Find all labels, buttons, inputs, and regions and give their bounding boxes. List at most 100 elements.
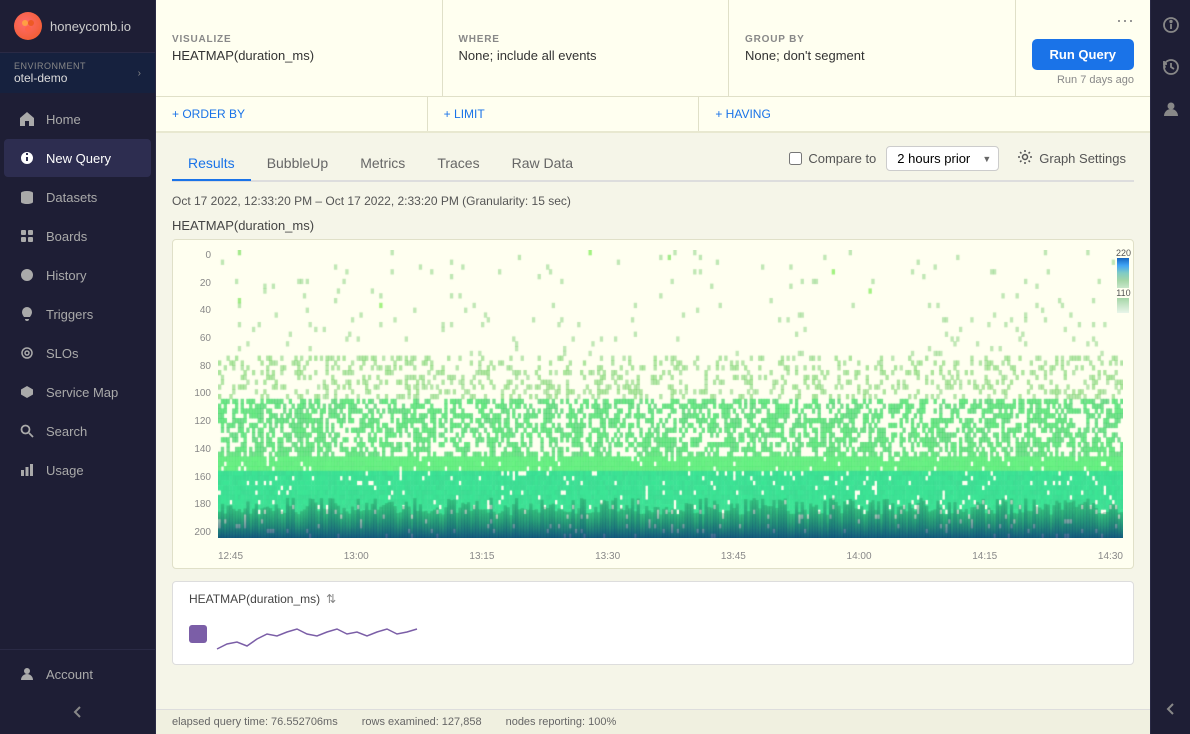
y-axis: 200 180 160 140 120 100 80 60 40 20 0 — [173, 250, 215, 538]
environment-name: otel-demo — [14, 71, 86, 85]
main-content: VISUALIZE HEATMAP(duration_ms) WHERE Non… — [156, 0, 1150, 734]
legend-gradient-low — [1117, 298, 1129, 313]
sidebar-label-usage: Usage — [46, 463, 84, 478]
logo-icon — [14, 12, 42, 40]
run-query-button[interactable]: Run Query — [1032, 39, 1134, 70]
sidebar-label-slos: SLOs — [46, 346, 79, 361]
sidebar-item-service-map[interactable]: Service Map — [4, 373, 151, 411]
home-icon — [18, 110, 36, 128]
group-by-value[interactable]: None; don't segment — [745, 48, 999, 63]
logo-area: honeycomb.io — [0, 0, 155, 53]
environment-info: ENVIRONMENT otel-demo — [14, 61, 86, 85]
mini-chart-title: HEATMAP(duration_ms) — [189, 592, 320, 606]
graph-settings-label: Graph Settings — [1039, 151, 1126, 166]
rows-examined: rows examined: 127,858 — [362, 716, 482, 728]
elapsed-time: elapsed query time: 76.552706ms — [172, 716, 338, 728]
sidebar-label-triggers: Triggers — [46, 307, 93, 322]
mini-color-swatch — [189, 625, 207, 643]
sidebar-item-slos[interactable]: SLOs — [4, 334, 151, 372]
sidebar-item-triggers[interactable]: Triggers — [4, 295, 151, 333]
where-value[interactable]: None; include all events — [459, 48, 713, 63]
triggers-icon — [18, 305, 36, 323]
nodes-reporting: nodes reporting: 100% — [506, 716, 617, 728]
tabs-right-controls: Compare to 2 hours prior 1 day prior 1 w… — [789, 145, 1134, 180]
swap-icon[interactable]: ⇅ — [326, 592, 336, 606]
group-by-label: GROUP BY — [745, 34, 999, 45]
group-by-cell: GROUP BY None; don't segment — [729, 0, 1016, 96]
sidebar-item-datasets[interactable]: Datasets — [4, 178, 151, 216]
where-label: WHERE — [459, 34, 713, 45]
tab-metrics[interactable]: Metrics — [344, 147, 421, 181]
service-map-icon — [18, 383, 36, 401]
search-icon — [18, 422, 36, 440]
add-having-link[interactable]: + HAVING — [715, 107, 770, 121]
sidebar-item-search[interactable]: Search — [4, 412, 151, 450]
heatmap-visual — [218, 250, 1123, 538]
new-query-icon — [18, 149, 36, 167]
sidebar-item-boards[interactable]: Boards — [4, 217, 151, 255]
legend-mid-value: 110 — [1116, 288, 1130, 298]
sidebar-item-usage[interactable]: Usage — [4, 451, 151, 489]
compare-select-wrapper: 2 hours prior 1 day prior 1 week prior — [886, 146, 999, 171]
chart-time-range: Oct 17 2022, 12:33:20 PM – Oct 17 2022, … — [172, 194, 1134, 208]
history-panel-icon[interactable] — [1156, 52, 1186, 82]
heatmap-chart: 200 180 160 140 120 100 80 60 40 20 0 — [172, 239, 1134, 569]
visualize-cell: VISUALIZE HEATMAP(duration_ms) — [156, 0, 443, 96]
x-label-1415: 14:15 — [972, 551, 997, 562]
mini-chart-section: HEATMAP(duration_ms) ⇅ — [172, 581, 1134, 665]
y-label-20: 20 — [200, 278, 211, 289]
sidebar-label-boards: Boards — [46, 229, 87, 244]
x-label-1345: 13:45 — [721, 551, 746, 562]
datasets-icon — [18, 188, 36, 206]
y-label-60: 60 — [200, 333, 211, 344]
tab-bubbleup[interactable]: BubbleUp — [251, 147, 345, 181]
query-row-top: VISUALIZE HEATMAP(duration_ms) WHERE Non… — [156, 0, 1150, 96]
y-label-40: 40 — [200, 305, 211, 316]
compare-to-control: Compare to — [789, 151, 876, 166]
sidebar-item-home[interactable]: Home — [4, 100, 151, 138]
y-label-120: 120 — [194, 416, 211, 427]
x-label-1330: 13:30 — [595, 551, 620, 562]
visualize-label: VISUALIZE — [172, 34, 426, 45]
logo-text: honeycomb.io — [50, 19, 131, 34]
add-order-by-link[interactable]: + ORDER BY — [172, 107, 245, 121]
y-label-0: 0 — [205, 250, 211, 261]
x-label-1300: 13:00 — [344, 551, 369, 562]
compare-select[interactable]: 2 hours prior 1 day prior 1 week prior — [886, 146, 999, 171]
y-label-180: 180 — [194, 499, 211, 510]
where-cell: WHERE None; include all events — [443, 0, 730, 96]
slos-icon — [18, 344, 36, 362]
sidebar-bottom: Account — [0, 649, 155, 734]
tab-raw-data[interactable]: Raw Data — [496, 147, 589, 181]
tabs-bar: Results BubbleUp Metrics Traces Raw Data… — [172, 133, 1134, 182]
person-panel-icon[interactable] — [1156, 94, 1186, 124]
collapse-right-icon[interactable] — [1156, 694, 1186, 724]
sidebar-label-service-map: Service Map — [46, 385, 118, 400]
x-label-1315: 13:15 — [469, 551, 494, 562]
x-axis: 12:45 13:00 13:15 13:30 13:45 14:00 14:1… — [218, 551, 1123, 562]
collapse-sidebar-button[interactable] — [0, 694, 155, 730]
sidebar-item-account[interactable]: Account — [4, 655, 151, 693]
sidebar-label-account: Account — [46, 667, 93, 682]
query-actions: ··· Run Query Run 7 days ago — [1016, 0, 1150, 96]
y-label-200: 200 — [194, 527, 211, 538]
visualize-value[interactable]: HEATMAP(duration_ms) — [172, 48, 426, 63]
sidebar-label-datasets: Datasets — [46, 190, 97, 205]
tab-traces[interactable]: Traces — [421, 147, 495, 181]
compare-checkbox[interactable] — [789, 152, 802, 165]
x-label-1430: 14:30 — [1098, 551, 1123, 562]
boards-icon — [18, 227, 36, 245]
sidebar-item-new-query[interactable]: New Query — [4, 139, 151, 177]
y-label-100: 100 — [194, 388, 211, 399]
sidebar-item-history[interactable]: History — [4, 256, 151, 294]
query-row-bottom: + ORDER BY + LIMIT + HAVING — [156, 96, 1150, 131]
results-content: Results BubbleUp Metrics Traces Raw Data… — [156, 133, 1150, 709]
query-menu-button[interactable]: ··· — [1116, 10, 1134, 31]
tab-results[interactable]: Results — [172, 147, 251, 181]
info-panel-icon[interactable] — [1156, 10, 1186, 40]
environment-selector[interactable]: ENVIRONMENT otel-demo › — [0, 53, 155, 93]
graph-settings-button[interactable]: Graph Settings — [1009, 145, 1134, 172]
chart-section: Oct 17 2022, 12:33:20 PM – Oct 17 2022, … — [172, 182, 1134, 677]
add-limit-link[interactable]: + LIMIT — [444, 107, 485, 121]
x-label-1400: 14:00 — [847, 551, 872, 562]
